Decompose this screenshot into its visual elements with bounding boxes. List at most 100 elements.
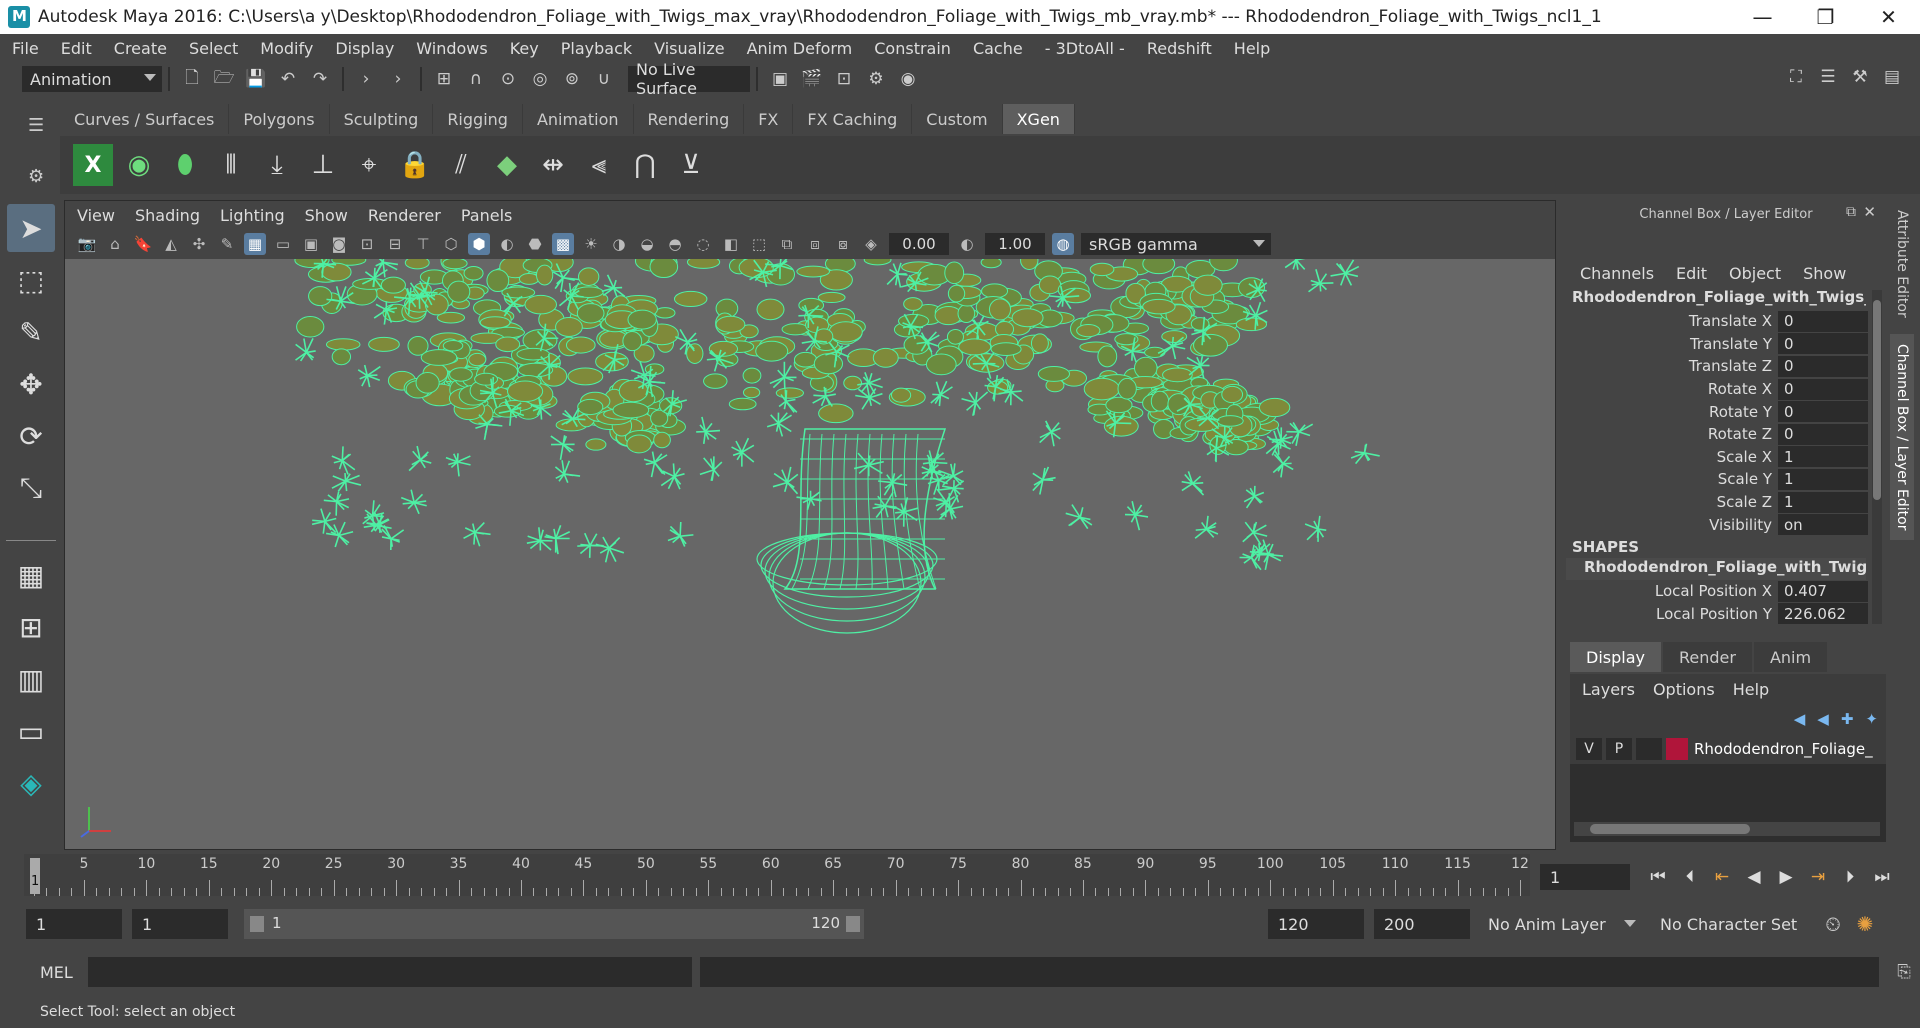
bookmark-icon[interactable]: 🔖 (132, 233, 154, 255)
xgen-cut-icon[interactable]: ⫷ (579, 144, 619, 186)
attribute-value-field[interactable]: 0 (1778, 378, 1868, 400)
xgen-clear-preview-icon[interactable]: ⬮ (165, 144, 205, 186)
channel-menu-object[interactable]: Object (1729, 264, 1781, 283)
menu-windows[interactable]: Windows (416, 39, 487, 58)
menu-constrain[interactable]: Constrain (874, 39, 951, 58)
layer-name[interactable]: Rhododendron_Foliage_ (1694, 740, 1873, 758)
xgen-select-guide-icon[interactable]: ⤓ (257, 144, 297, 186)
gamma-field[interactable]: 1.00 (985, 233, 1045, 255)
lasso-tool-icon[interactable]: ⬚ (7, 256, 55, 304)
script-editor-icon[interactable]: ⎘ (1893, 961, 1915, 983)
time-slider[interactable]: 5 10 15 20 25 30 35 40 45 50 55 60 65 70 75 80 85 90 95 100… (24, 854, 1530, 896)
single-view-icon[interactable]: ▦ (7, 551, 55, 599)
field-chart-icon[interactable]: ⊡ (356, 233, 378, 255)
close-icon[interactable]: ✕ (1863, 203, 1876, 221)
xgen-paint-icon[interactable]: ◆ (487, 144, 527, 186)
depth-of-field-icon[interactable]: ◧ (720, 233, 742, 255)
step-forward-key-icon[interactable]: ⇥ (1804, 864, 1832, 890)
shelf-tab-rendering[interactable]: Rendering (633, 104, 745, 134)
tool-settings-icon[interactable]: ⚒ (1849, 66, 1871, 88)
menu-3dtoall[interactable]: - 3DtoAll - (1045, 39, 1125, 58)
xgen-guide-tool-icon[interactable]: ⊥ (303, 144, 343, 186)
panel-menu-shading[interactable]: Shading (135, 206, 200, 225)
new-layer-icon[interactable]: ✚ (1841, 710, 1854, 728)
scrollbar-thumb[interactable] (1873, 300, 1881, 500)
menu-cache[interactable]: Cache (973, 39, 1023, 58)
film-gate-icon[interactable]: ▭ (272, 233, 294, 255)
channel-menu-show[interactable]: Show (1803, 264, 1846, 283)
rotate-tool-icon[interactable]: ⟳ (7, 412, 55, 460)
collapse-icon[interactable]: › (387, 68, 409, 90)
four-view-icon[interactable]: ⊞ (7, 603, 55, 651)
playback-end-field[interactable]: 120 (1268, 909, 1364, 939)
save-scene-icon[interactable]: 💾 (245, 68, 267, 90)
animation-preferences-icon[interactable]: ✺ (1854, 912, 1876, 936)
color-management-icon[interactable]: ◍ (1052, 233, 1074, 255)
menu-help[interactable]: Help (1234, 39, 1270, 58)
layer-menu-options[interactable]: Options (1653, 680, 1715, 699)
channel-menu-channels[interactable]: Channels (1580, 264, 1654, 283)
hypershade-icon[interactable]: ◉ (897, 68, 919, 90)
menu-visualize[interactable]: Visualize (654, 39, 724, 58)
auto-key-icon[interactable]: ⏲ (1822, 912, 1844, 936)
minimize-button[interactable]: — (1731, 0, 1794, 34)
current-frame-field[interactable]: 1 (1540, 864, 1630, 890)
command-language-label[interactable]: MEL (40, 963, 88, 982)
resolution-gate-icon[interactable]: ▣ (300, 233, 322, 255)
xgen-rebuild-icon[interactable]: ⫽ (441, 144, 481, 186)
selected-object-name[interactable]: Rhododendron_Foliage_with_Twigs_n... (1566, 288, 1866, 310)
xray-icon[interactable]: ⧉ (776, 233, 798, 255)
color-space-dropdown[interactable]: sRGB gamma (1081, 233, 1271, 255)
step-forward-icon[interactable]: ⏵ (1836, 864, 1864, 890)
attribute-row[interactable]: Scale Z 1 (1566, 491, 1886, 514)
attribute-row[interactable]: Scale Y 1 (1566, 468, 1886, 491)
play-backward-icon[interactable]: ◀ (1740, 864, 1768, 890)
attribute-row[interactable]: Visibility on (1566, 513, 1886, 536)
maximize-button[interactable]: ❐ (1794, 0, 1857, 34)
2d-pan-icon[interactable]: ✣ (188, 233, 210, 255)
layer-visibility-toggle[interactable]: V (1576, 738, 1602, 760)
undo-icon[interactable]: ↶ (277, 68, 299, 90)
attribute-row[interactable]: Scale X 1 (1566, 446, 1886, 469)
playback-start-field[interactable]: 1 (132, 909, 228, 939)
foliage-wireframe-model[interactable] (65, 259, 1555, 849)
menu-playback[interactable]: Playback (561, 39, 632, 58)
layer-display-type[interactable] (1636, 738, 1662, 760)
layer-row[interactable]: V P Rhododendron_Foliage_ (1570, 734, 1886, 764)
live-surface-field[interactable]: No Live Surface (628, 60, 750, 98)
ipr-render-icon[interactable]: ⊡ (833, 68, 855, 90)
menu-file[interactable]: File (12, 39, 39, 58)
snap-grid-icon[interactable]: ⊞ (433, 68, 455, 90)
3d-viewport[interactable]: persp (65, 259, 1555, 849)
step-back-icon[interactable]: ⏴ (1676, 864, 1704, 890)
menu-edit[interactable]: Edit (61, 39, 92, 58)
panel-menu-panels[interactable]: Panels (461, 206, 513, 225)
range-end-handle[interactable] (846, 916, 860, 932)
menu-key[interactable]: Key (510, 39, 539, 58)
xgen-normalize-icon[interactable]: ⋂ (625, 144, 665, 186)
scale-tool-icon[interactable]: ⤡ (7, 464, 55, 512)
shelf-tab-animation[interactable]: Animation (522, 104, 634, 134)
horizontal-scrollbar[interactable] (1574, 822, 1880, 836)
anti-aliasing-icon[interactable]: ◌ (692, 233, 714, 255)
ambient-occlusion-icon[interactable]: ◒ (636, 233, 658, 255)
use-lights-icon[interactable]: ☀ (580, 233, 602, 255)
new-layer-selected-icon[interactable]: ✦ (1865, 710, 1878, 728)
anim-layer-dropdown[interactable]: No Anim Layer (1480, 909, 1642, 939)
shelf-tab-sculpting[interactable]: Sculpting (329, 104, 434, 134)
layer-tab-render[interactable]: Render (1662, 642, 1752, 672)
attribute-row[interactable]: Translate X 0 (1566, 310, 1886, 333)
menu-set-dropdown[interactable]: Animation (22, 66, 162, 92)
character-set-dropdown[interactable]: No Character Set (1652, 909, 1812, 939)
menu-anim-deform[interactable]: Anim Deform (747, 39, 853, 58)
layer-color-swatch[interactable] (1666, 738, 1688, 760)
wireframe-icon[interactable]: ⬡ (440, 233, 462, 255)
attribute-value-field[interactable]: 1 (1778, 468, 1868, 490)
render-view-icon[interactable]: ▣ (769, 68, 791, 90)
attribute-value-field[interactable]: 226.062 (1778, 603, 1868, 625)
open-scene-icon[interactable]: 🗁 (213, 68, 235, 90)
attribute-row[interactable]: Local Position Y 226.062 (1566, 603, 1886, 626)
xray-joints-icon[interactable]: ⧈ (804, 233, 826, 255)
menu-display[interactable]: Display (335, 39, 394, 58)
layer-menu-help[interactable]: Help (1733, 680, 1769, 699)
